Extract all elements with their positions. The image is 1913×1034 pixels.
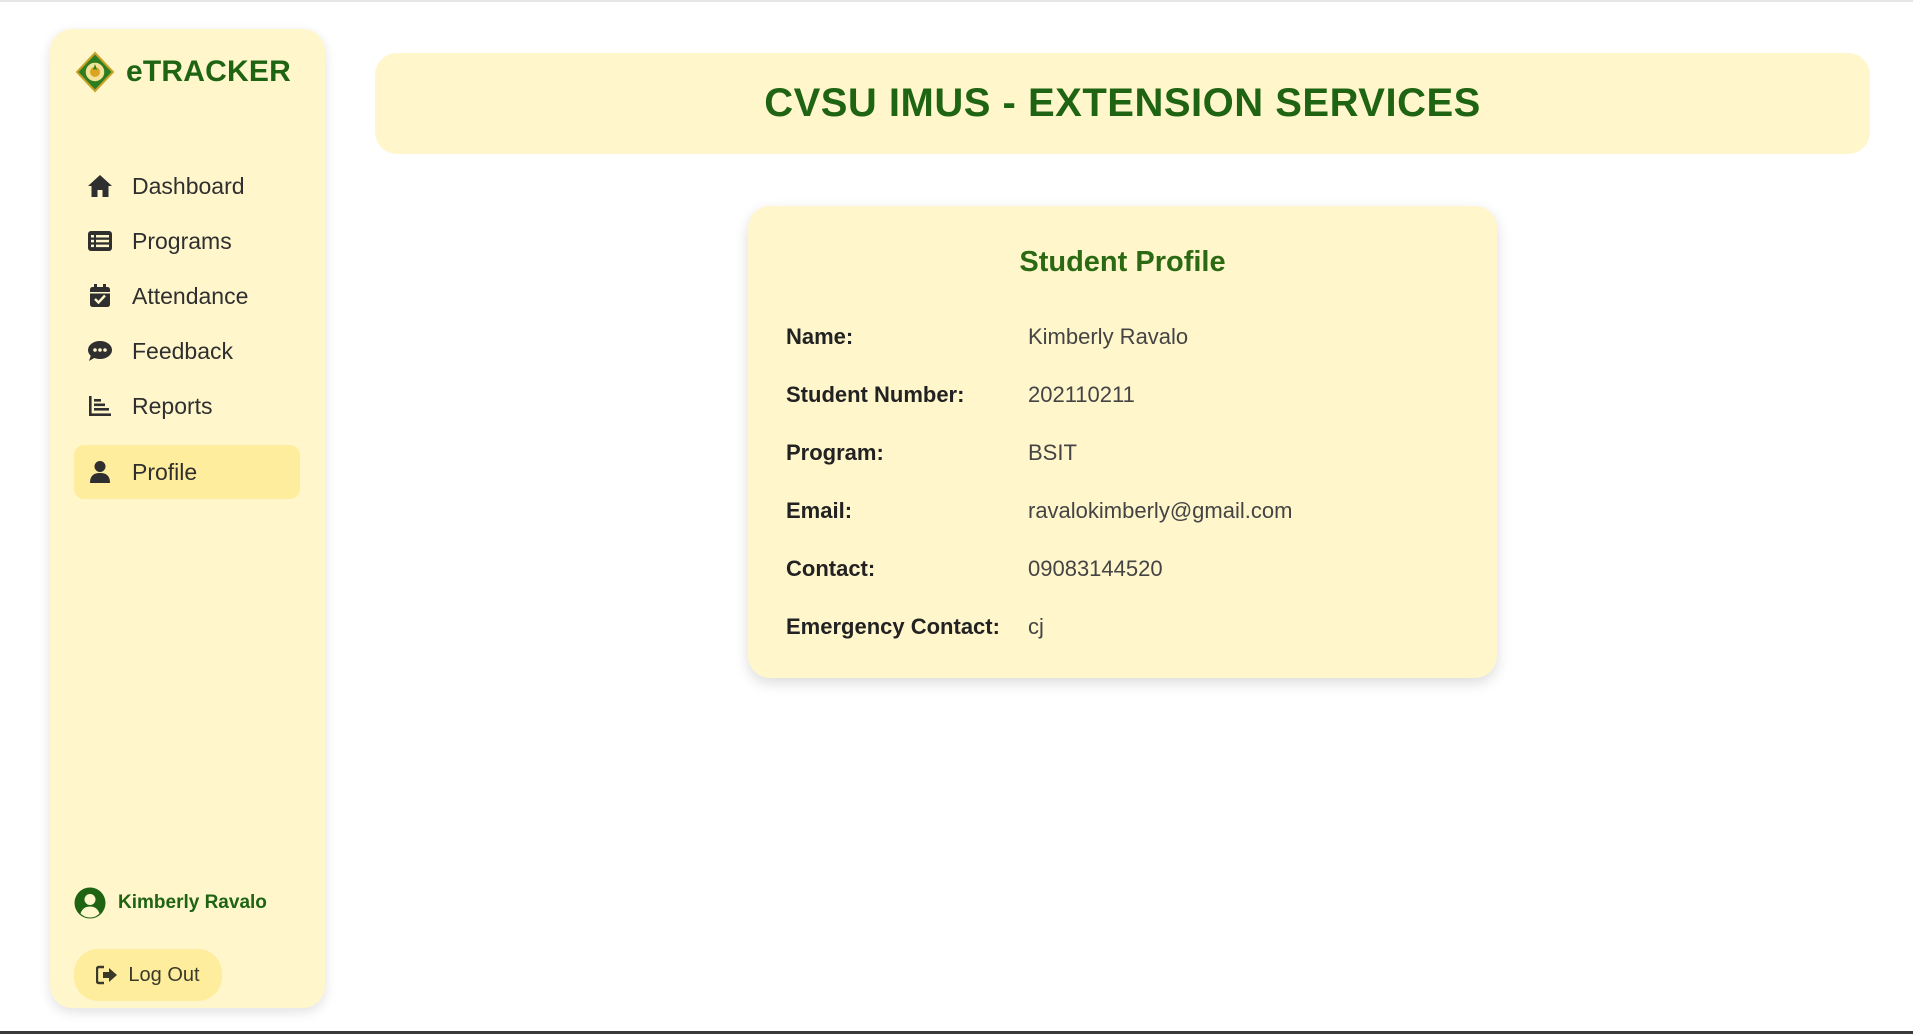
user-circle-icon bbox=[74, 887, 106, 919]
sidebar-item-label: Feedback bbox=[132, 337, 234, 364]
sidebar-item-reports[interactable]: Reports bbox=[74, 379, 300, 433]
sidebar-item-programs[interactable]: Programs bbox=[74, 214, 300, 268]
page-header: CVSU IMUS - EXTENSION SERVICES bbox=[375, 53, 1870, 154]
profile-row-emergency-contact: Emergency Contact: cj bbox=[786, 598, 1466, 656]
sidebar-item-label: Dashboard bbox=[132, 172, 245, 199]
field-value: Kimberly Ravalo bbox=[1028, 324, 1189, 349]
list-icon bbox=[86, 227, 114, 255]
field-value: cj bbox=[1028, 614, 1044, 639]
student-profile-card: Student Profile Name: Kimberly Ravalo St… bbox=[748, 206, 1497, 678]
field-value: 09083144520 bbox=[1028, 556, 1163, 581]
field-label: Student Number: bbox=[786, 382, 965, 407]
current-user[interactable]: Kimberly Ravalo bbox=[74, 887, 267, 919]
profile-title: Student Profile bbox=[1019, 246, 1226, 278]
sidebar-nav: Dashboard Programs Attendance Feedback R… bbox=[74, 159, 300, 500]
profile-row-name: Name: Kimberly Ravalo bbox=[786, 308, 1466, 366]
logout-label: Log Out bbox=[128, 963, 200, 986]
sidebar-item-label: Attendance bbox=[132, 282, 249, 309]
sidebar-item-feedback[interactable]: Feedback bbox=[74, 324, 300, 378]
profile-row-student-number: Student Number: 202110211 bbox=[786, 366, 1466, 424]
field-value: BSIT bbox=[1028, 440, 1077, 465]
sidebar-item-label: Reports bbox=[132, 392, 213, 419]
field-value: ravalokimberly@gmail.com bbox=[1028, 498, 1293, 523]
brand-name: eTRACKER bbox=[126, 55, 291, 88]
sidebar-item-profile[interactable]: Profile bbox=[74, 445, 300, 499]
profile-fields: Name: Kimberly Ravalo Student Number: 20… bbox=[786, 308, 1466, 656]
user-icon bbox=[86, 458, 114, 486]
field-label: Program: bbox=[786, 440, 884, 465]
cvsu-logo-icon bbox=[75, 51, 115, 93]
user-name: Kimberly Ravalo bbox=[118, 892, 267, 913]
field-value: 202110211 bbox=[1028, 382, 1135, 407]
sidebar-item-attendance[interactable]: Attendance bbox=[74, 269, 300, 323]
top-border bbox=[0, 0, 1913, 2]
page-title: CVSU IMUS - EXTENSION SERVICES bbox=[764, 81, 1481, 125]
field-label: Emergency Contact: bbox=[786, 614, 1000, 639]
brand[interactable]: eTRACKER bbox=[74, 51, 291, 93]
profile-row-email: Email: ravalokimberly@gmail.com bbox=[786, 482, 1466, 540]
field-label: Contact: bbox=[786, 556, 876, 581]
logout-button[interactable]: Log Out bbox=[74, 949, 222, 1001]
profile-row-program: Program: BSIT bbox=[786, 424, 1466, 482]
sidebar-item-label: Profile bbox=[132, 458, 198, 485]
calendar-check-icon bbox=[86, 282, 114, 310]
profile-row-contact: Contact: 09083144520 bbox=[786, 540, 1466, 598]
sidebar-item-label: Programs bbox=[132, 227, 232, 254]
field-label: Name: bbox=[786, 324, 854, 349]
field-label: Email: bbox=[786, 498, 853, 523]
bar-chart-icon bbox=[86, 392, 114, 420]
sidebar: eTRACKER Dashboard Programs Attendance F… bbox=[50, 29, 325, 1008]
home-icon bbox=[86, 172, 114, 200]
comment-dots-icon bbox=[86, 337, 114, 365]
sign-out-icon bbox=[96, 965, 118, 985]
sidebar-item-dashboard[interactable]: Dashboard bbox=[74, 159, 300, 213]
